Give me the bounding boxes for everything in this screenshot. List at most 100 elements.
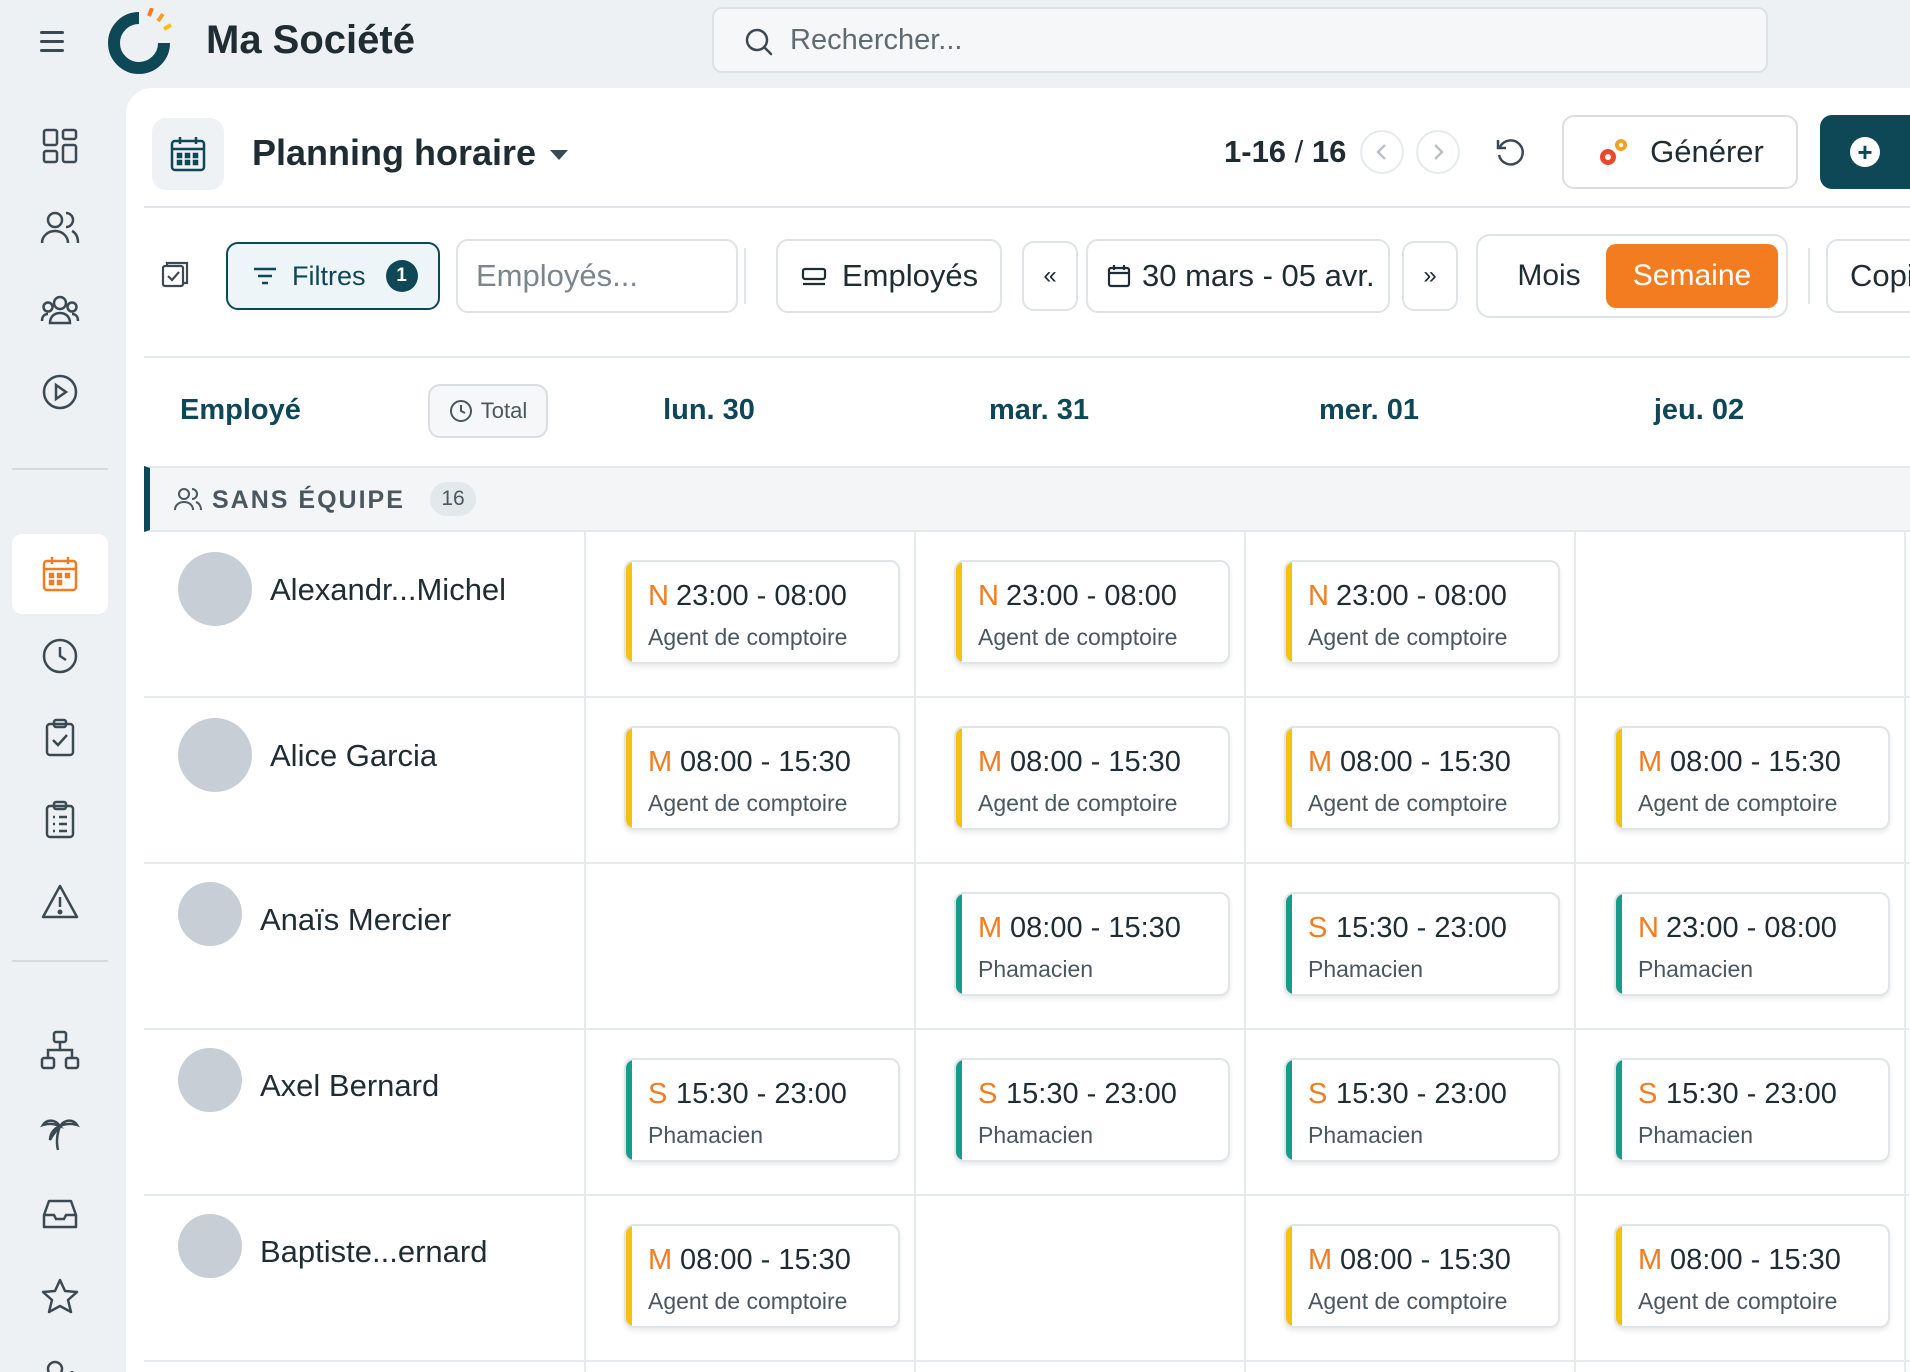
shift-time: 08:00 - 15:30 bbox=[1670, 1244, 1841, 1276]
shift-card[interactable]: N 23:00 - 08:00 Agent de comptoire bbox=[624, 560, 900, 664]
date-range-picker[interactable]: 30 mars - 05 avr. bbox=[1086, 239, 1390, 313]
sidebar-item-tasks[interactable] bbox=[12, 698, 108, 778]
date-range-label: 30 mars - 05 avr. bbox=[1142, 258, 1375, 293]
shift-role: Phamacien bbox=[1638, 1122, 1754, 1148]
group-by-label: Employés bbox=[842, 258, 979, 293]
shift-code: M bbox=[978, 912, 1003, 944]
users-icon bbox=[40, 211, 80, 244]
employee-name[interactable]: Alexandr...Michel bbox=[270, 572, 506, 608]
generate-button[interactable]: Générer bbox=[1562, 115, 1798, 189]
add-button[interactable]: + bbox=[1820, 115, 1910, 189]
sidebar-item-inbox[interactable] bbox=[12, 1174, 108, 1254]
sidebar-item-users[interactable] bbox=[12, 188, 108, 268]
group-count-badge: 16 bbox=[430, 482, 476, 516]
clock-icon bbox=[42, 638, 78, 674]
sidebar-item-dashboard[interactable] bbox=[12, 106, 108, 186]
group-row[interactable]: SANS ÉQUIPE 16 bbox=[144, 466, 1910, 532]
company-logo bbox=[108, 8, 172, 74]
employee-column-header[interactable]: Employé bbox=[180, 394, 301, 427]
group-by-button[interactable]: Employés bbox=[776, 239, 1002, 313]
employee-search-input[interactable] bbox=[456, 239, 738, 313]
avatar bbox=[178, 882, 242, 946]
sidebar-item-invite[interactable] bbox=[12, 1338, 108, 1372]
shift-card[interactable]: M 08:00 - 15:30 Agent de comptoire bbox=[1284, 726, 1560, 830]
shift-time: 08:00 - 15:30 bbox=[1340, 746, 1511, 778]
shift-role: Phamacien bbox=[1638, 956, 1754, 982]
shift-role: Phamacien bbox=[648, 1122, 764, 1148]
calendar-icon bbox=[170, 137, 206, 172]
dashboard-icon bbox=[42, 128, 78, 164]
shift-card[interactable]: S 15:30 - 23:00 Phamacien bbox=[624, 1058, 900, 1162]
sidebar-item-alerts[interactable] bbox=[12, 862, 108, 942]
shift-card[interactable]: N 23:00 - 08:00 Phamacien bbox=[1614, 892, 1890, 996]
next-week-button[interactable]: » bbox=[1402, 241, 1458, 311]
plus-icon: + bbox=[1850, 137, 1880, 167]
select-all-checkbox[interactable] bbox=[160, 260, 190, 295]
shift-card[interactable]: M 08:00 - 15:30 Agent de comptoire bbox=[1614, 1224, 1890, 1328]
shift-card[interactable]: M 08:00 - 15:30 Agent de comptoire bbox=[624, 1224, 900, 1328]
shift-color-bar bbox=[626, 562, 632, 662]
prev-week-button[interactable]: « bbox=[1022, 241, 1078, 311]
page-title[interactable]: Planning horaire bbox=[252, 132, 536, 174]
shift-code: S bbox=[1308, 912, 1328, 944]
shift-code: M bbox=[1308, 746, 1333, 778]
calendar-icon bbox=[42, 557, 78, 592]
sidebar-item-favorites[interactable] bbox=[12, 1256, 108, 1336]
shift-role: Phamacien bbox=[978, 956, 1094, 982]
pagination-info: 1-16 / 16 bbox=[1224, 134, 1346, 170]
sidebar-item-planning[interactable] bbox=[12, 534, 108, 614]
next-page-button[interactable] bbox=[1416, 130, 1460, 174]
calendar-icon bbox=[1107, 265, 1131, 288]
shift-time: 08:00 - 15:30 bbox=[1340, 1244, 1511, 1276]
shift-card[interactable]: N 23:00 - 08:00 Agent de comptoire bbox=[1284, 560, 1560, 664]
shift-card[interactable]: M 08:00 - 15:30 Agent de comptoire bbox=[624, 726, 900, 830]
shift-color-bar bbox=[956, 728, 962, 828]
global-search[interactable] bbox=[712, 7, 1768, 73]
shift-code: M bbox=[648, 746, 673, 778]
palm-tree-icon bbox=[40, 1119, 80, 1151]
shift-card[interactable]: N 23:00 - 08:00 Agent de comptoire bbox=[954, 560, 1230, 664]
sidebar-item-organization[interactable] bbox=[12, 1010, 108, 1090]
prev-page-button[interactable] bbox=[1360, 130, 1404, 174]
chevron-left-icon bbox=[1376, 144, 1386, 160]
sidebar-item-team[interactable] bbox=[12, 270, 108, 350]
sidebar-item-leave[interactable] bbox=[12, 1092, 108, 1172]
play-icon bbox=[42, 374, 78, 410]
chevron-down-icon[interactable] bbox=[550, 150, 568, 160]
shift-time: 15:30 - 23:00 bbox=[1336, 1078, 1507, 1110]
shift-card[interactable]: S 15:30 - 23:00 Phamacien bbox=[954, 1058, 1230, 1162]
sidebar-item-time[interactable] bbox=[12, 616, 108, 696]
employee-name[interactable]: Axel Bernard bbox=[260, 1068, 439, 1104]
total-button[interactable]: Total bbox=[428, 384, 548, 438]
shift-role: Agent de comptoire bbox=[1308, 1288, 1508, 1314]
view-toggle: Mois Semaine bbox=[1476, 234, 1788, 318]
menu-icon[interactable] bbox=[40, 26, 70, 56]
sidebar-item-reports[interactable] bbox=[12, 780, 108, 860]
shift-role: Phamacien bbox=[1308, 956, 1424, 982]
shift-card[interactable]: S 15:30 - 23:00 Phamacien bbox=[1284, 1058, 1560, 1162]
shift-card[interactable]: M 08:00 - 15:30 Phamacien bbox=[954, 892, 1230, 996]
view-month-button[interactable]: Mois bbox=[1490, 244, 1608, 308]
shift-code: M bbox=[1638, 1244, 1663, 1276]
employee-name[interactable]: Baptiste...ernard bbox=[260, 1234, 487, 1270]
shift-card[interactable]: S 15:30 - 23:00 Phamacien bbox=[1614, 1058, 1890, 1162]
shift-card[interactable]: M 08:00 - 15:30 Agent de comptoire bbox=[1284, 1224, 1560, 1328]
filters-count-badge: 1 bbox=[385, 260, 418, 292]
view-week-button[interactable]: Semaine bbox=[1606, 244, 1778, 308]
shift-role: Agent de comptoire bbox=[978, 624, 1178, 650]
search-icon bbox=[745, 28, 773, 56]
employee-name[interactable]: Anaïs Mercier bbox=[260, 902, 451, 938]
search-input[interactable] bbox=[790, 19, 1690, 61]
copy-button[interactable]: Copi bbox=[1826, 239, 1910, 313]
filters-button[interactable]: Filtres 1 bbox=[226, 242, 440, 310]
total-label: Total bbox=[480, 398, 528, 423]
shift-card[interactable]: M 08:00 - 15:30 Agent de comptoire bbox=[1614, 726, 1890, 830]
shift-card[interactable]: M 08:00 - 15:30 Agent de comptoire bbox=[954, 726, 1230, 830]
day-header: jeu. 02 bbox=[1653, 394, 1745, 426]
shift-color-bar bbox=[1616, 894, 1622, 994]
employee-name[interactable]: Alice Garcia bbox=[270, 738, 437, 774]
shift-card[interactable]: S 15:30 - 23:00 Phamacien bbox=[1284, 892, 1560, 996]
refresh-icon bbox=[1496, 139, 1524, 166]
sidebar-item-play[interactable] bbox=[12, 352, 108, 432]
refresh-button[interactable] bbox=[1490, 132, 1530, 172]
